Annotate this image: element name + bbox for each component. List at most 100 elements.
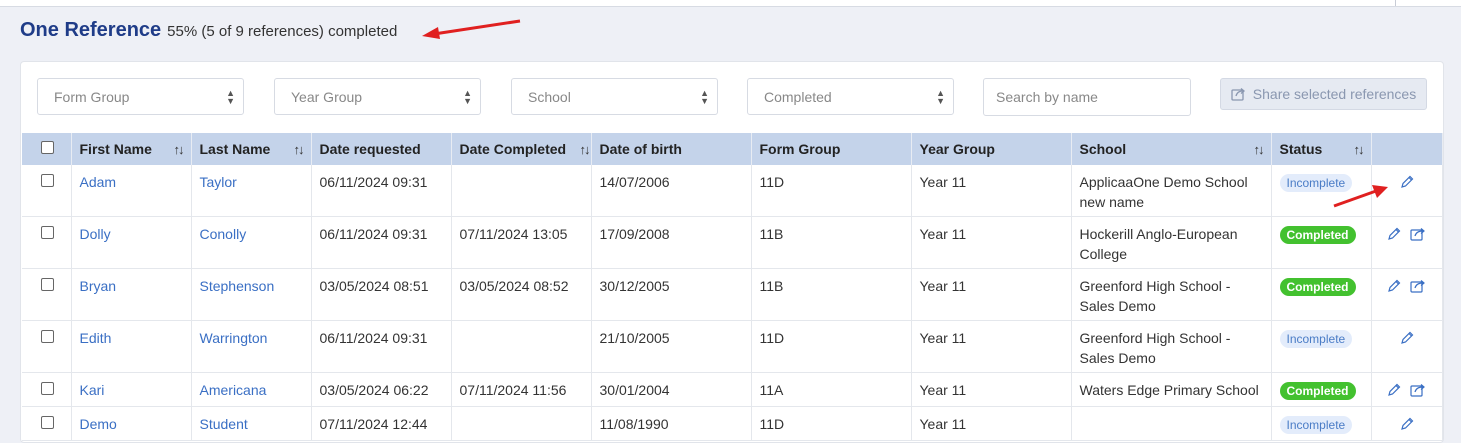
form-group: 11A <box>751 372 912 407</box>
references-card: Form Group ▲ ▼ Year Group ▲ ▼ School ▲ ▼ Co… <box>20 61 1444 443</box>
column-year-group: Year Group <box>911 133 1072 165</box>
date-completed <box>451 165 592 217</box>
column-date-of-birth: Date of birth <box>591 133 752 165</box>
column-form-group: Form Group <box>751 133 912 165</box>
first-name-link[interactable]: Dolly <box>71 216 192 269</box>
school-filter[interactable]: School ▲ ▼ <box>511 78 718 115</box>
column-actions <box>1371 133 1443 165</box>
sort-icon[interactable]: ↑↓ <box>1354 142 1365 157</box>
column-label: Form Group <box>759 141 841 157</box>
row-checkbox[interactable] <box>41 416 54 429</box>
edit-icon[interactable] <box>1386 278 1402 294</box>
column-label: Date Completed <box>459 141 567 157</box>
row-checkbox[interactable] <box>41 382 54 395</box>
row-checkbox[interactable] <box>41 330 54 343</box>
date-requested: 03/05/2024 06:22 <box>311 372 452 407</box>
sort-icon[interactable]: ↑↓ <box>580 142 591 157</box>
year-group: Year 11 <box>911 268 1072 321</box>
last-name-link[interactable]: Taylor <box>191 165 312 217</box>
table-row: Bryan Stephenson 03/05/2024 08:51 03/05/… <box>22 268 1443 321</box>
completion-progress: 55% (5 of 9 references) completed <box>167 23 398 40</box>
table-row: Kari Americana 03/05/2024 06:22 07/11/20… <box>22 372 1443 407</box>
school-filter-label: School <box>528 88 571 105</box>
completed-filter[interactable]: Completed ▲ ▼ <box>747 78 954 115</box>
first-name-link[interactable]: Demo <box>71 406 192 441</box>
status-cell: Incomplete <box>1271 406 1372 441</box>
row-select-cell <box>22 165 72 217</box>
last-name-link[interactable]: Warrington <box>191 320 312 373</box>
select-all-checkbox[interactable] <box>41 141 54 154</box>
date-completed <box>451 406 592 441</box>
column-date-completed[interactable]: Date Completed ↑↓ <box>451 133 592 165</box>
status-cell: Completed <box>1271 372 1372 407</box>
column-first-name[interactable]: First Name ↑↓ <box>71 133 192 165</box>
last-name-link[interactable]: Americana <box>191 372 312 407</box>
column-label: Year Group <box>919 141 995 157</box>
references-table: First Name ↑↓ Last Name ↑↓ Date requested … <box>22 133 1443 441</box>
share-icon[interactable] <box>1410 382 1427 398</box>
form-group-filter[interactable]: Form Group ▲ ▼ <box>37 78 244 115</box>
share-selected-button[interactable]: Share selected references <box>1220 78 1427 110</box>
share-icon[interactable] <box>1410 226 1427 242</box>
column-label: Status <box>1279 141 1323 157</box>
date-requested: 06/11/2024 09:31 <box>311 320 452 373</box>
column-label: Date requested <box>319 141 421 157</box>
date-of-birth: 30/01/2004 <box>591 372 752 407</box>
date-completed: 03/05/2024 08:52 <box>451 268 592 321</box>
table-header-row: First Name ↑↓ Last Name ↑↓ Date requested … <box>22 133 1443 165</box>
search-input[interactable] <box>983 78 1191 116</box>
status-badge: Completed <box>1279 226 1356 244</box>
row-select-cell <box>22 268 72 321</box>
edit-icon[interactable] <box>1399 174 1415 190</box>
select-all-cell <box>22 133 72 165</box>
row-checkbox[interactable] <box>41 226 54 239</box>
sort-icon[interactable]: ↑↓ <box>174 142 185 157</box>
select-arrows-icon: ▲ ▼ <box>700 88 709 106</box>
row-select-cell <box>22 216 72 269</box>
date-completed: 07/11/2024 13:05 <box>451 216 592 269</box>
column-school[interactable]: School ↑↓ <box>1071 133 1272 165</box>
edit-icon[interactable] <box>1386 382 1402 398</box>
first-name-link[interactable]: Kari <box>71 372 192 407</box>
last-name-link[interactable]: Student <box>191 406 312 441</box>
first-name-link[interactable]: Edith <box>71 320 192 373</box>
first-name-link[interactable]: Adam <box>71 165 192 217</box>
row-checkbox[interactable] <box>41 174 54 187</box>
sort-icon[interactable]: ↑↓ <box>1254 142 1265 157</box>
last-name-link[interactable]: Stephenson <box>191 268 312 321</box>
page-title: One Reference <box>20 19 162 41</box>
year-group-filter[interactable]: Year Group ▲ ▼ <box>274 78 481 115</box>
school: ApplicaaOne Demo School new name <box>1071 165 1272 217</box>
column-status[interactable]: Status ↑↓ <box>1271 133 1372 165</box>
completed-filter-label: Completed <box>764 88 832 105</box>
row-select-cell <box>22 320 72 373</box>
actions-cell <box>1371 268 1443 321</box>
edit-icon[interactable] <box>1386 226 1402 242</box>
column-last-name[interactable]: Last Name ↑↓ <box>191 133 312 165</box>
first-name-link[interactable]: Bryan <box>71 268 192 321</box>
date-of-birth: 14/07/2006 <box>591 165 752 217</box>
table-row: Dolly Conolly 06/11/2024 09:31 07/11/202… <box>22 216 1443 269</box>
school: Waters Edge Primary School <box>1071 372 1272 407</box>
actions-cell <box>1332 165 1443 217</box>
column-label: First Name <box>79 141 152 157</box>
edit-icon[interactable] <box>1399 416 1415 432</box>
date-requested: 06/11/2024 09:31 <box>311 165 452 217</box>
edit-icon[interactable] <box>1399 330 1415 346</box>
table-row: Demo Student 07/11/2024 12:44 11/08/1990… <box>22 406 1443 441</box>
share-icon[interactable] <box>1410 278 1427 294</box>
row-checkbox[interactable] <box>41 278 54 291</box>
status-cell: Incomplete <box>1271 320 1372 373</box>
last-name-link[interactable]: Conolly <box>191 216 312 269</box>
date-requested: 06/11/2024 09:31 <box>311 216 452 269</box>
date-completed <box>451 320 592 373</box>
year-group: Year 11 <box>911 216 1072 269</box>
form-group: 11B <box>751 216 912 269</box>
sort-icon[interactable]: ↑↓ <box>294 142 305 157</box>
year-group: Year 11 <box>911 165 1072 217</box>
column-label: Date of birth <box>599 141 682 157</box>
date-of-birth: 21/10/2005 <box>591 320 752 373</box>
column-date-requested: Date requested <box>311 133 452 165</box>
column-label: School <box>1079 141 1127 157</box>
row-select-cell <box>22 406 72 441</box>
